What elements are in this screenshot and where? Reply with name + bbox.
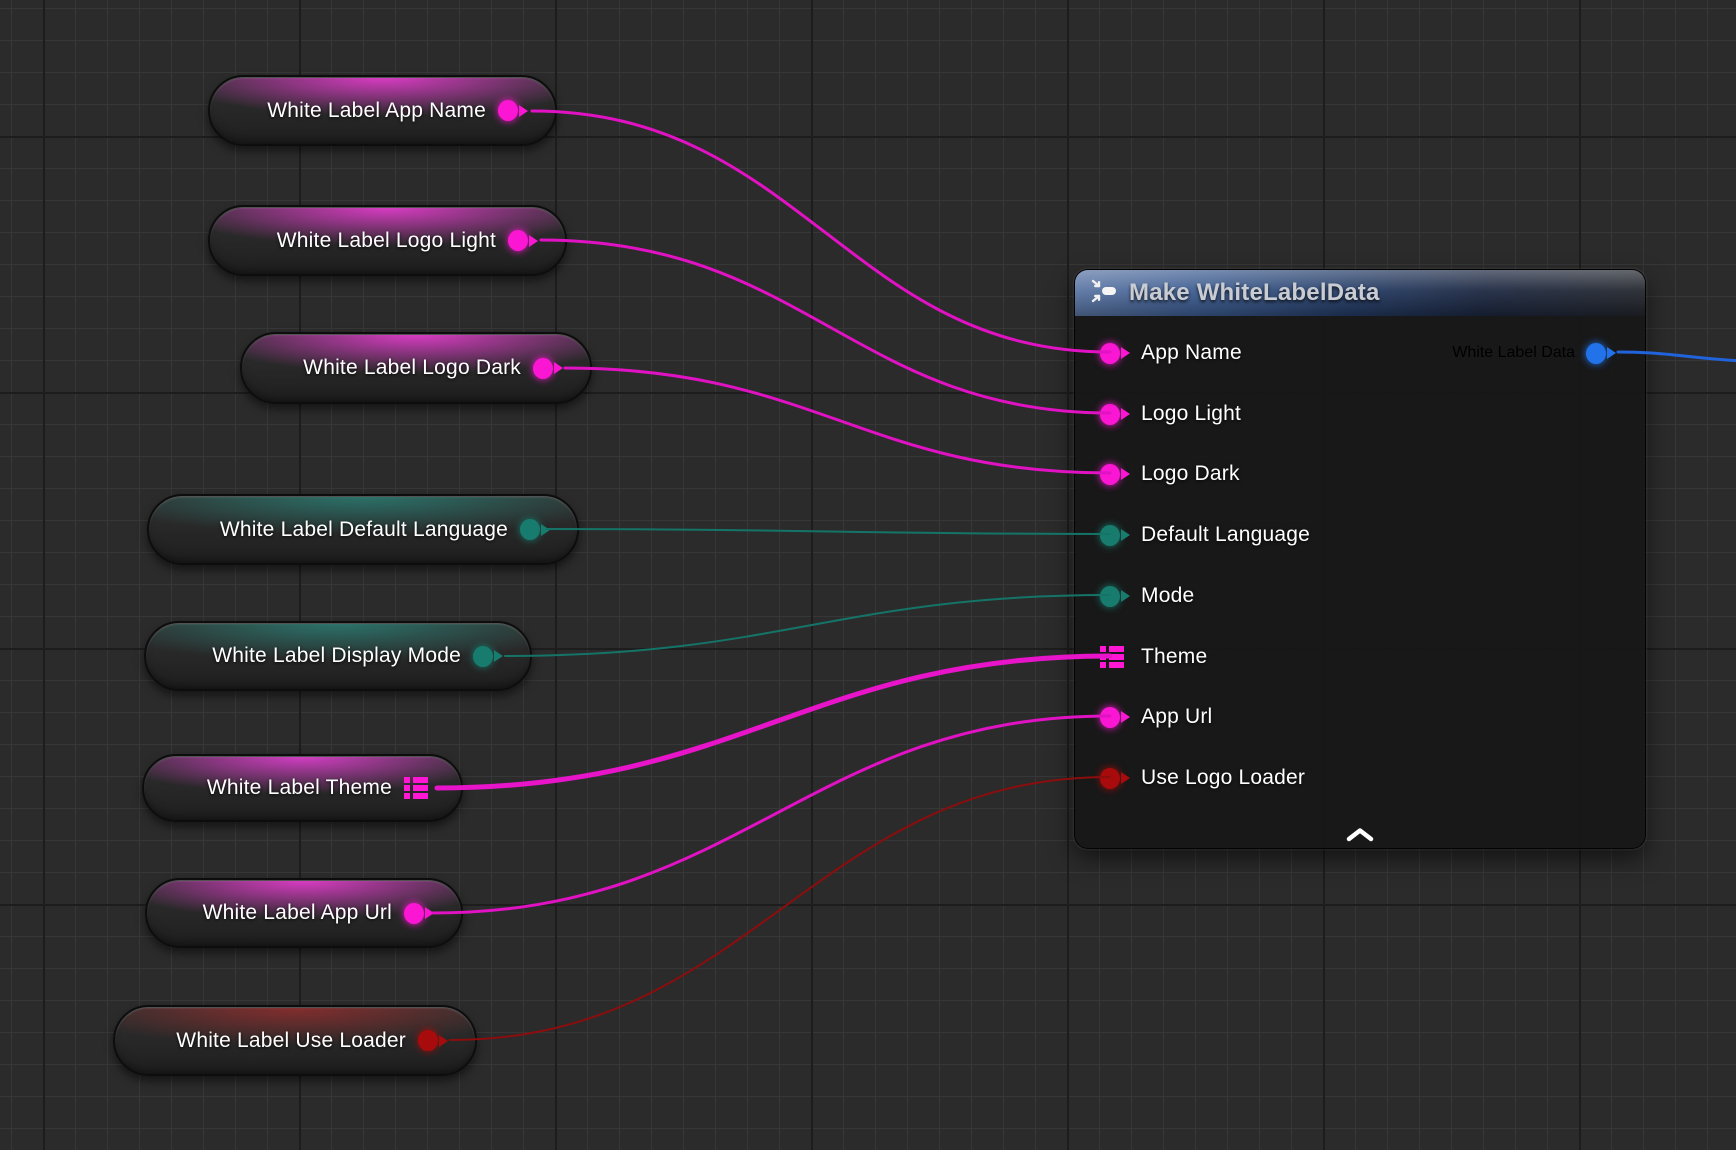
pin-arrow-icon <box>1121 347 1130 359</box>
pin-dot <box>1100 343 1120 364</box>
getter-node-white-label-app-name[interactable]: White Label App Name <box>208 75 557 146</box>
pin-dot <box>533 358 553 379</box>
pin-label: App Name <box>1141 341 1242 365</box>
output-pin-struct[interactable] <box>1586 343 1616 364</box>
input-pin-string[interactable] <box>1100 343 1130 364</box>
pin-arrow-icon <box>494 650 503 662</box>
input-pin-bool[interactable] <box>1100 768 1130 789</box>
wire-app-name[interactable] <box>532 111 1110 352</box>
pin-arrow-icon <box>1121 408 1130 420</box>
struct-pin-icon <box>1100 645 1124 669</box>
input-pin-row-logo-light[interactable]: Logo Light <box>1100 403 1241 425</box>
node-label: White Label App Name <box>267 99 486 123</box>
input-pin-row-default-language[interactable]: Default Language <box>1100 524 1310 546</box>
input-pin-string[interactable] <box>1100 464 1130 485</box>
output-pin-struct[interactable] <box>404 776 434 800</box>
input-pin-struct[interactable] <box>1100 645 1130 669</box>
wire-theme[interactable] <box>437 656 1110 788</box>
chevron-up-icon <box>1346 827 1374 842</box>
wire-default-language[interactable] <box>547 529 1110 534</box>
pin-label: Mode <box>1141 584 1194 608</box>
blueprint-graph-canvas[interactable]: { "app": "unreal-blueprint-graph", "colo… <box>0 0 1736 1150</box>
pin-arrow-icon <box>519 105 528 117</box>
pin-arrow-icon <box>439 1035 448 1047</box>
pin-dot <box>1100 404 1120 425</box>
pin-label: Use Logo Loader <box>1141 766 1305 790</box>
make-whitelabeldata-node[interactable]: Make WhiteLabelData App Name Logo Light … <box>1074 269 1646 849</box>
output-pin-string[interactable] <box>404 903 434 924</box>
pin-dot <box>1100 464 1120 485</box>
getter-node-white-label-theme[interactable]: White Label Theme <box>142 754 463 822</box>
output-pin-enum[interactable] <box>473 646 503 667</box>
pin-dot <box>1586 343 1606 364</box>
pin-label: White Label Data <box>1452 344 1575 362</box>
pin-arrow-icon <box>529 235 538 247</box>
pin-dot <box>404 903 424 924</box>
pin-arrow-icon <box>554 362 563 374</box>
wire-use-loader[interactable] <box>450 777 1110 1040</box>
collapse-node-button[interactable] <box>1345 826 1375 842</box>
pin-dot <box>1100 707 1120 728</box>
pin-label: Logo Light <box>1141 402 1241 426</box>
pin-dot <box>473 646 493 667</box>
output-pin-row-white-label-data[interactable]: White Label Data <box>1452 342 1616 364</box>
getter-node-white-label-logo-dark[interactable]: White Label Logo Dark <box>240 332 592 404</box>
pin-label: Theme <box>1141 645 1207 669</box>
output-pin-enum[interactable] <box>520 519 550 540</box>
pin-dot <box>520 519 540 540</box>
output-pin-string[interactable] <box>533 358 563 379</box>
input-pin-row-app-url[interactable]: App Url <box>1100 706 1212 728</box>
output-pin-string[interactable] <box>508 230 538 251</box>
getter-node-white-label-logo-light[interactable]: White Label Logo Light <box>208 205 567 276</box>
node-label: White Label Logo Light <box>277 229 496 253</box>
pin-arrow-icon <box>541 524 550 536</box>
getter-node-white-label-app-url[interactable]: White Label App Url <box>145 878 463 948</box>
output-pin-bool[interactable] <box>418 1030 448 1051</box>
pin-dot <box>1100 525 1120 546</box>
node-label: White Label App Url <box>203 901 392 925</box>
input-pin-row-theme[interactable]: Theme <box>1100 646 1207 668</box>
getter-node-white-label-display-mode[interactable]: White Label Display Mode <box>144 621 532 691</box>
wire-logo-light[interactable] <box>541 240 1110 413</box>
input-pin-enum[interactable] <box>1100 586 1130 607</box>
node-label: White Label Theme <box>207 776 392 800</box>
node-label: White Label Display Mode <box>212 644 461 668</box>
input-pin-row-mode[interactable]: Mode <box>1100 585 1194 607</box>
getter-node-white-label-use-loader[interactable]: White Label Use Loader <box>113 1005 477 1076</box>
pin-arrow-icon <box>1121 468 1130 480</box>
input-pin-row-app-name[interactable]: App Name <box>1100 342 1242 364</box>
pin-label: App Url <box>1141 705 1212 729</box>
pin-arrow-icon <box>1121 529 1130 541</box>
wire-app-url[interactable] <box>433 716 1110 913</box>
pin-dot <box>1100 586 1120 607</box>
pin-arrow-icon <box>1121 711 1130 723</box>
pin-arrow-icon <box>1607 347 1616 359</box>
wire-display-mode[interactable] <box>505 595 1110 656</box>
node-label: White Label Use Loader <box>176 1029 406 1053</box>
input-pin-string[interactable] <box>1100 707 1130 728</box>
output-pin-string[interactable] <box>498 100 528 121</box>
input-pin-enum[interactable] <box>1100 525 1130 546</box>
pin-label: Default Language <box>1141 523 1310 547</box>
pin-arrow-icon <box>425 907 434 919</box>
pin-dot <box>508 230 528 251</box>
node-title: Make WhiteLabelData <box>1129 279 1380 307</box>
pin-dot <box>498 100 518 121</box>
input-pin-string[interactable] <box>1100 404 1130 425</box>
node-label: White Label Logo Dark <box>303 356 521 380</box>
wire-logo-dark[interactable] <box>565 368 1110 473</box>
make-struct-icon <box>1090 277 1118 310</box>
node-label: White Label Default Language <box>220 518 508 542</box>
pin-dot <box>418 1030 438 1051</box>
input-pin-row-use-logo-loader[interactable]: Use Logo Loader <box>1100 767 1305 789</box>
getter-node-white-label-default-language[interactable]: White Label Default Language <box>147 494 579 565</box>
input-pin-row-logo-dark[interactable]: Logo Dark <box>1100 463 1240 485</box>
node-header[interactable]: Make WhiteLabelData <box>1075 270 1645 316</box>
pin-arrow-icon <box>1121 590 1130 602</box>
pin-arrow-icon <box>1121 772 1130 784</box>
pin-dot <box>1100 768 1120 789</box>
struct-pin-icon <box>404 776 428 800</box>
pin-label: Logo Dark <box>1141 462 1240 486</box>
